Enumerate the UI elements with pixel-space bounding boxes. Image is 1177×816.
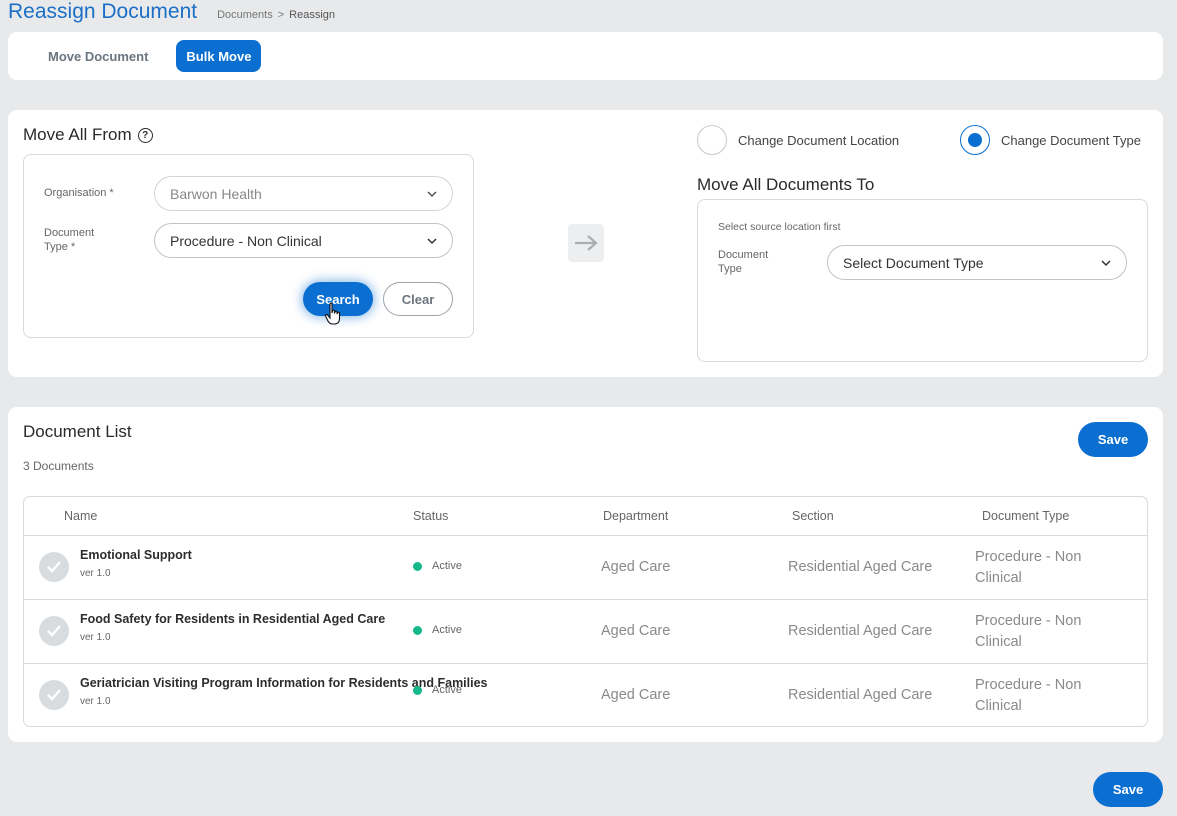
move-from-title: Move All From <box>23 125 132 144</box>
target-document-type-label-line2: Type <box>718 263 742 275</box>
status-badge: Active <box>413 560 462 572</box>
document-type-line1: Procedure - Non <box>975 677 1082 693</box>
document-table: Name Status Department Section Document … <box>23 496 1148 727</box>
department-cell: Aged Care <box>601 623 671 639</box>
document-version: ver 1.0 <box>80 568 111 579</box>
status-label: Active <box>432 624 462 636</box>
target-document-type-label: Document Type <box>718 248 768 276</box>
arrow-right-icon <box>575 235 598 251</box>
document-type-line2: Clinical <box>975 570 1022 586</box>
document-type-cell: Procedure - Non Clinical <box>975 611 1125 653</box>
column-status[interactable]: Status <box>413 509 448 523</box>
document-type-line1: Procedure - Non <box>975 549 1082 565</box>
help-icon[interactable]: ? <box>137 127 153 143</box>
breadcrumb-separator: > <box>277 9 285 21</box>
document-version: ver 1.0 <box>80 632 111 643</box>
organisation-select[interactable]: Barwon Health <box>154 176 453 211</box>
section-cell: Residential Aged Care <box>788 687 933 703</box>
move-panel: Move All From ? Organisation * Barwon He… <box>8 110 1163 377</box>
breadcrumb-reassign: Reassign <box>289 9 336 21</box>
check-icon <box>47 625 61 637</box>
document-type-line1: Procedure - Non <box>975 613 1082 629</box>
document-name[interactable]: Food Safety for Residents in Residential… <box>80 612 385 626</box>
status-dot <box>413 625 422 635</box>
status-dot <box>413 561 422 571</box>
change-location-radio[interactable] <box>697 125 727 155</box>
target-document-type-select[interactable]: Select Document Type <box>827 245 1127 280</box>
change-type-option[interactable]: Change Document Type <box>960 125 1141 155</box>
move-to-box: Select source location first Document Ty… <box>697 199 1148 362</box>
organisation-label: Organisation * <box>44 187 114 199</box>
status-badge: Active <box>413 624 462 636</box>
change-type-label: Change Document Type <box>1001 132 1141 148</box>
move-from-box: Organisation * Barwon Health Document Ty… <box>23 154 474 338</box>
footer-save-button[interactable]: Save <box>1093 772 1163 807</box>
column-section[interactable]: Section <box>792 509 834 523</box>
department-cell: Aged Care <box>601 687 671 703</box>
table-header: Name Status Department Section Document … <box>24 497 1147 536</box>
tab-move-document[interactable]: Move Document <box>36 41 160 72</box>
document-type-select[interactable]: Procedure - Non Clinical <box>154 223 453 258</box>
section-cell: Residential Aged Care <box>788 559 933 575</box>
row-checkbox[interactable] <box>39 680 69 710</box>
page-title: Reassign Document <box>8 0 198 23</box>
document-type-line2: Clinical <box>975 698 1022 714</box>
document-count: 3 Documents <box>23 459 94 473</box>
column-document-type[interactable]: Document Type <box>982 509 1069 523</box>
move-arrow <box>568 224 604 262</box>
status-label: Active <box>432 684 462 696</box>
document-type-value: Procedure - Non Clinical <box>170 232 322 249</box>
organisation-value: Barwon Health <box>170 185 262 202</box>
row-checkbox[interactable] <box>39 616 69 646</box>
document-type-cell: Procedure - Non Clinical <box>975 547 1125 589</box>
status-badge: Active <box>413 684 462 696</box>
status-dot <box>413 685 422 695</box>
change-location-label: Change Document Location <box>738 132 900 148</box>
check-icon <box>47 561 61 573</box>
source-hint: Select source location first <box>718 221 841 233</box>
document-list-heading: Document List <box>23 422 132 441</box>
breadcrumb-documents[interactable]: Documents <box>217 9 273 21</box>
department-cell: Aged Care <box>601 559 671 575</box>
breadcrumb: Documents > Reassign <box>217 9 335 21</box>
column-name[interactable]: Name <box>64 509 97 523</box>
radio-dot <box>968 133 982 147</box>
column-department[interactable]: Department <box>603 509 668 523</box>
change-location-option[interactable]: Change Document Location <box>697 125 899 155</box>
document-type-label-line2: Type * <box>44 241 76 253</box>
check-icon <box>47 689 61 701</box>
document-list-panel: Document List 3 Documents Save Name Stat… <box>8 407 1163 742</box>
document-type-cell: Procedure - Non Clinical <box>975 675 1125 717</box>
target-document-type-placeholder: Select Document Type <box>843 254 984 271</box>
document-type-line2: Clinical <box>975 634 1022 650</box>
clear-button[interactable]: Clear <box>383 282 453 316</box>
section-cell: Residential Aged Care <box>788 623 933 639</box>
change-type-radio[interactable] <box>960 125 990 155</box>
status-label: Active <box>432 560 462 572</box>
tabs-bar: Move Document Bulk Move <box>8 32 1163 80</box>
chevron-down-icon <box>427 238 437 245</box>
document-type-label: Document Type * <box>44 226 94 254</box>
pointer-hand-icon <box>324 302 341 325</box>
table-row[interactable]: Emotional Support ver 1.0 Active Aged Ca… <box>24 536 1147 600</box>
move-to-heading: Move All Documents To <box>697 175 875 194</box>
document-name[interactable]: Emotional Support <box>80 548 192 562</box>
page-header: Reassign Document Documents > Reassign <box>8 0 335 26</box>
save-button[interactable]: Save <box>1078 422 1148 457</box>
move-from-heading: Move All From ? <box>23 125 153 145</box>
tab-bulk-move[interactable]: Bulk Move <box>176 40 262 72</box>
chevron-down-icon <box>427 191 437 198</box>
target-document-type-label-line1: Document <box>718 249 769 261</box>
row-checkbox[interactable] <box>39 552 69 582</box>
document-version: ver 1.0 <box>80 696 111 707</box>
chevron-down-icon <box>1101 260 1111 267</box>
table-row[interactable]: Geriatrician Visiting Program Informatio… <box>24 664 1147 726</box>
document-type-label-line1: Document <box>44 227 95 239</box>
table-row[interactable]: Food Safety for Residents in Residential… <box>24 600 1147 664</box>
